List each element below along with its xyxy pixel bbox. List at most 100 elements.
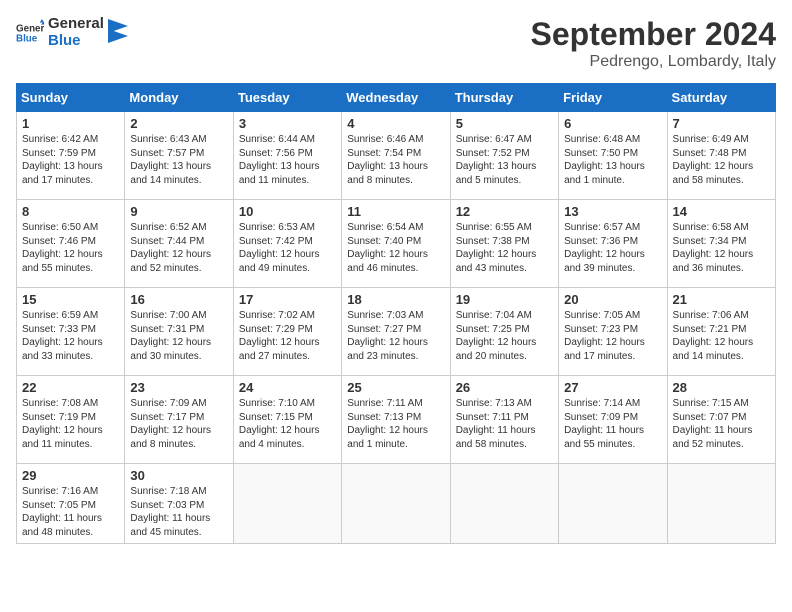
day-number: 2 bbox=[130, 116, 227, 131]
calendar-cell: 24 Sunrise: 7:10 AM Sunset: 7:15 PM Dayli… bbox=[233, 376, 341, 464]
calendar-cell: 9 Sunrise: 6:52 AM Sunset: 7:44 PM Daylig… bbox=[125, 200, 233, 288]
cell-info: Sunrise: 7:08 AM Sunset: 7:19 PM Dayligh… bbox=[22, 397, 119, 451]
calendar-cell: 2Sunrise: 6:43 AM Sunset: 7:57 PM Daylig… bbox=[125, 112, 233, 200]
day-number: 14 bbox=[673, 204, 770, 219]
col-header-tuesday: Tuesday bbox=[233, 84, 341, 112]
title-block: September 2024 Pedrengo, Lombardy, Italy bbox=[531, 16, 776, 71]
calendar-cell: 19Sunrise: 7:04 AM Sunset: 7:25 PM Dayli… bbox=[450, 288, 558, 376]
calendar-cell bbox=[559, 464, 667, 544]
calendar-cell: 5 Sunrise: 6:47 AM Sunset: 7:52 PM Daylig… bbox=[450, 112, 558, 200]
week-row-4: 22 Sunrise: 7:08 AM Sunset: 7:19 PM Dayli… bbox=[17, 376, 776, 464]
calendar-cell bbox=[342, 464, 450, 544]
day-number: 28 bbox=[673, 380, 770, 395]
svg-text:Blue: Blue bbox=[16, 33, 38, 44]
cell-info: Sunrise: 7:03 AM Sunset: 7:27 PM Dayligh… bbox=[347, 309, 444, 363]
week-row-2: 8Sunrise: 6:50 AM Sunset: 7:46 PM Daylig… bbox=[17, 200, 776, 288]
calendar-cell: 4 Sunrise: 6:46 AM Sunset: 7:54 PM Daylig… bbox=[342, 112, 450, 200]
cell-info: Sunrise: 6:59 AM Sunset: 7:33 PM Dayligh… bbox=[22, 309, 119, 363]
day-number: 11 bbox=[347, 204, 444, 219]
col-header-friday: Friday bbox=[559, 84, 667, 112]
day-number: 24 bbox=[239, 380, 336, 395]
cell-info: Sunrise: 6:54 AM Sunset: 7:40 PM Dayligh… bbox=[347, 221, 444, 275]
cell-info: Sunrise: 6:42 AM Sunset: 7:59 PM Dayligh… bbox=[22, 133, 119, 187]
day-number: 23 bbox=[130, 380, 227, 395]
cell-info: Sunrise: 7:05 AM Sunset: 7:23 PM Dayligh… bbox=[564, 309, 661, 363]
day-number: 30 bbox=[130, 468, 227, 483]
calendar-cell: 30Sunrise: 7:18 AM Sunset: 7:03 PM Dayli… bbox=[125, 464, 233, 544]
cell-info: Sunrise: 6:47 AM Sunset: 7:52 PM Dayligh… bbox=[456, 133, 553, 187]
col-header-sunday: Sunday bbox=[17, 84, 125, 112]
calendar-cell bbox=[450, 464, 558, 544]
week-row-5: 29Sunrise: 7:16 AM Sunset: 7:05 PM Dayli… bbox=[17, 464, 776, 544]
calendar-cell: 26 Sunrise: 7:13 AM Sunset: 7:11 PM Dayli… bbox=[450, 376, 558, 464]
day-number: 25 bbox=[347, 380, 444, 395]
cell-info: Sunrise: 6:55 AM Sunset: 7:38 PM Dayligh… bbox=[456, 221, 553, 275]
cell-info: Sunrise: 7:10 AM Sunset: 7:15 PM Dayligh… bbox=[239, 397, 336, 451]
cell-info: Sunrise: 6:57 AM Sunset: 7:36 PM Dayligh… bbox=[564, 221, 661, 275]
calendar-cell bbox=[233, 464, 341, 544]
day-number: 7 bbox=[673, 116, 770, 131]
day-number: 4 bbox=[347, 116, 444, 131]
week-row-3: 15 Sunrise: 6:59 AM Sunset: 7:33 PM Dayli… bbox=[17, 288, 776, 376]
cell-info: Sunrise: 7:13 AM Sunset: 7:11 PM Dayligh… bbox=[456, 397, 553, 451]
calendar-table: SundayMondayTuesdayWednesdayThursdayFrid… bbox=[16, 83, 776, 544]
day-number: 1 bbox=[22, 116, 119, 131]
logo-general: General bbox=[48, 16, 104, 33]
calendar-cell: 7 Sunrise: 6:49 AM Sunset: 7:48 PM Daylig… bbox=[667, 112, 775, 200]
cell-info: Sunrise: 6:48 AM Sunset: 7:50 PM Dayligh… bbox=[564, 133, 661, 187]
cell-info: Sunrise: 6:46 AM Sunset: 7:54 PM Dayligh… bbox=[347, 133, 444, 187]
col-header-thursday: Thursday bbox=[450, 84, 558, 112]
day-number: 9 bbox=[130, 204, 227, 219]
calendar-cell: 15 Sunrise: 6:59 AM Sunset: 7:33 PM Dayli… bbox=[17, 288, 125, 376]
calendar-header-row: SundayMondayTuesdayWednesdayThursdayFrid… bbox=[17, 84, 776, 112]
day-number: 6 bbox=[564, 116, 661, 131]
col-header-saturday: Saturday bbox=[667, 84, 775, 112]
cell-info: Sunrise: 7:09 AM Sunset: 7:17 PM Dayligh… bbox=[130, 397, 227, 451]
page-header: General Blue General Blue September 2024… bbox=[16, 16, 776, 71]
calendar-cell: 21 Sunrise: 7:06 AM Sunset: 7:21 PM Dayli… bbox=[667, 288, 775, 376]
calendar-cell: 28 Sunrise: 7:15 AM Sunset: 7:07 PM Dayli… bbox=[667, 376, 775, 464]
logo: General Blue General Blue bbox=[16, 16, 128, 49]
calendar-cell: 10 Sunrise: 6:53 AM Sunset: 7:42 PM Dayli… bbox=[233, 200, 341, 288]
cell-info: Sunrise: 7:00 AM Sunset: 7:31 PM Dayligh… bbox=[130, 309, 227, 363]
calendar-cell: 3Sunrise: 6:44 AM Sunset: 7:56 PM Daylig… bbox=[233, 112, 341, 200]
day-number: 10 bbox=[239, 204, 336, 219]
cell-info: Sunrise: 6:50 AM Sunset: 7:46 PM Dayligh… bbox=[22, 221, 119, 275]
calendar-cell bbox=[667, 464, 775, 544]
cell-info: Sunrise: 6:44 AM Sunset: 7:56 PM Dayligh… bbox=[239, 133, 336, 187]
calendar-cell: 14Sunrise: 6:58 AM Sunset: 7:34 PM Dayli… bbox=[667, 200, 775, 288]
calendar-cell: 6 Sunrise: 6:48 AM Sunset: 7:50 PM Daylig… bbox=[559, 112, 667, 200]
calendar-body: 1 Sunrise: 6:42 AM Sunset: 7:59 PM Daylig… bbox=[17, 112, 776, 544]
cell-info: Sunrise: 7:11 AM Sunset: 7:13 PM Dayligh… bbox=[347, 397, 444, 451]
day-number: 26 bbox=[456, 380, 553, 395]
day-number: 21 bbox=[673, 292, 770, 307]
cell-info: Sunrise: 7:06 AM Sunset: 7:21 PM Dayligh… bbox=[673, 309, 770, 363]
location: Pedrengo, Lombardy, Italy bbox=[531, 53, 776, 71]
day-number: 15 bbox=[22, 292, 119, 307]
calendar-cell: 12 Sunrise: 6:55 AM Sunset: 7:38 PM Dayli… bbox=[450, 200, 558, 288]
calendar-cell: 17Sunrise: 7:02 AM Sunset: 7:29 PM Dayli… bbox=[233, 288, 341, 376]
cell-info: Sunrise: 7:15 AM Sunset: 7:07 PM Dayligh… bbox=[673, 397, 770, 451]
calendar-cell: 29Sunrise: 7:16 AM Sunset: 7:05 PM Dayli… bbox=[17, 464, 125, 544]
day-number: 19 bbox=[456, 292, 553, 307]
day-number: 22 bbox=[22, 380, 119, 395]
calendar-cell: 20 Sunrise: 7:05 AM Sunset: 7:23 PM Dayli… bbox=[559, 288, 667, 376]
calendar-cell: 13Sunrise: 6:57 AM Sunset: 7:36 PM Dayli… bbox=[559, 200, 667, 288]
cell-info: Sunrise: 6:53 AM Sunset: 7:42 PM Dayligh… bbox=[239, 221, 336, 275]
cell-info: Sunrise: 6:49 AM Sunset: 7:48 PM Dayligh… bbox=[673, 133, 770, 187]
day-number: 16 bbox=[130, 292, 227, 307]
day-number: 20 bbox=[564, 292, 661, 307]
cell-info: Sunrise: 7:14 AM Sunset: 7:09 PM Dayligh… bbox=[564, 397, 661, 451]
calendar-cell: 27 Sunrise: 7:14 AM Sunset: 7:09 PM Dayli… bbox=[559, 376, 667, 464]
col-header-wednesday: Wednesday bbox=[342, 84, 450, 112]
day-number: 12 bbox=[456, 204, 553, 219]
calendar-cell: 11 Sunrise: 6:54 AM Sunset: 7:40 PM Dayli… bbox=[342, 200, 450, 288]
calendar-cell: 18Sunrise: 7:03 AM Sunset: 7:27 PM Dayli… bbox=[342, 288, 450, 376]
day-number: 27 bbox=[564, 380, 661, 395]
day-number: 5 bbox=[456, 116, 553, 131]
day-number: 29 bbox=[22, 468, 119, 483]
logo-icon: General Blue bbox=[16, 19, 44, 47]
cell-info: Sunrise: 6:52 AM Sunset: 7:44 PM Dayligh… bbox=[130, 221, 227, 275]
logo-blue: Blue bbox=[48, 33, 104, 50]
calendar-cell: 16 Sunrise: 7:00 AM Sunset: 7:31 PM Dayli… bbox=[125, 288, 233, 376]
